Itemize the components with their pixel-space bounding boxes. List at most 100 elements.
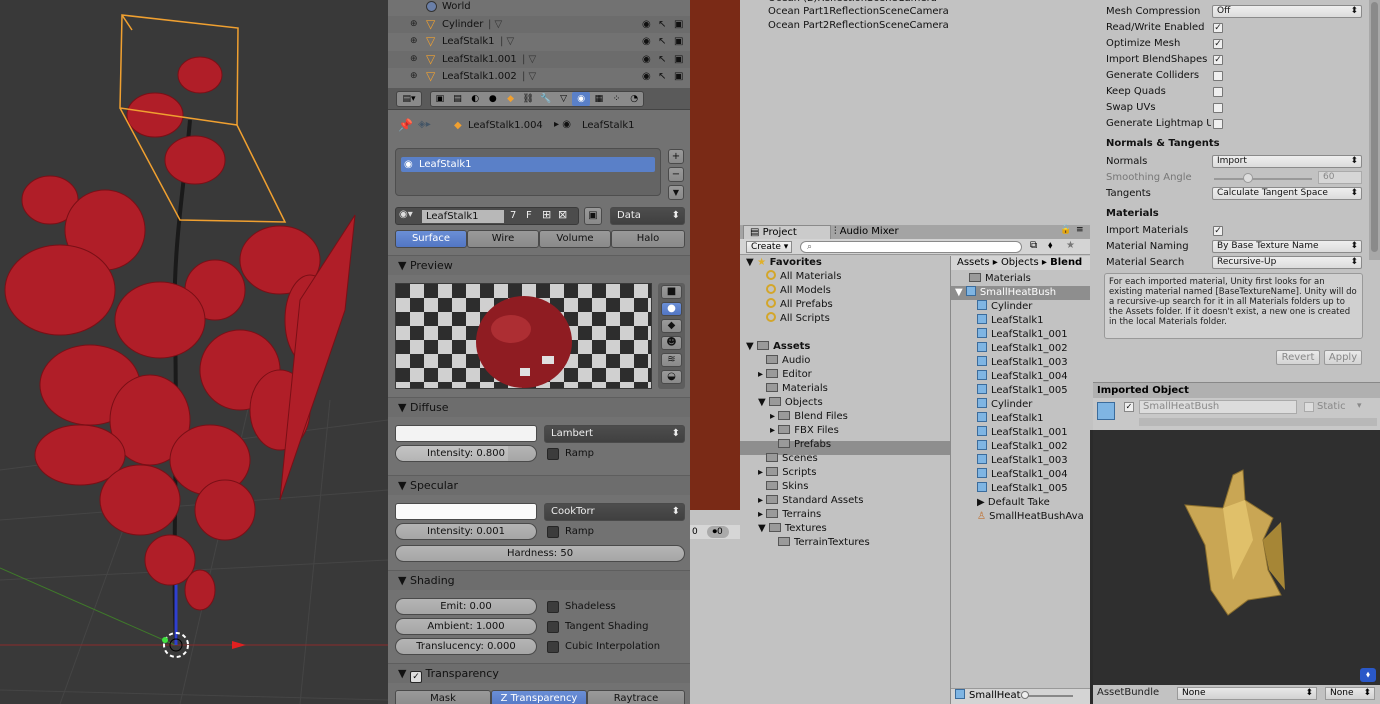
contents-child-item[interactable]: LeafStalk1_001 [977,328,1068,342]
smoothing-slider-thumb[interactable] [1243,173,1253,183]
diffuse-panel-header[interactable]: ▼ Diffuse [388,397,690,417]
favorite-item[interactable]: All Models [766,284,831,298]
user-count[interactable]: 7 [510,210,516,221]
diffuse-shader-dropdown[interactable]: Lambert ⬍ [544,425,685,443]
keep-quads-checkbox[interactable] [1213,87,1223,97]
contents-child-item[interactable]: LeafStalk1_001 [977,426,1068,440]
preview-cube-icon[interactable]: ◆ [661,319,682,333]
tab-project[interactable]: ▤ Project [743,225,831,239]
slot-specials-button[interactable]: ▼ [668,185,684,200]
eye-icon[interactable]: ◉ [642,16,651,33]
asset-bundle-dropdown[interactable]: None ⬍ [1177,687,1317,700]
render-tab-icon[interactable]: ▣ [431,92,449,106]
preview-sphere-icon[interactable]: ● [661,302,682,316]
contents-child-item[interactable]: LeafStalk1_002 [977,342,1068,356]
dropdown-arrow-icon[interactable]: ▾ [1357,401,1362,411]
contents-item[interactable]: Materials [969,272,1031,286]
diffuse-color-swatch[interactable] [395,425,537,442]
specular-shader-dropdown[interactable]: CookTorr ⬍ [544,503,685,521]
import-materials-checkbox[interactable]: ✓ [1213,226,1223,236]
optimize-mesh-checkbox[interactable]: ✓ [1213,39,1223,49]
outliner-row-world[interactable]: World [388,0,690,16]
object-tab-icon[interactable]: ◆ [502,92,520,106]
folder-item[interactable]: Skins [766,480,808,494]
contents-item[interactable]: ♙ SmallHeatBushAva [977,510,1084,524]
mesh-data-icon[interactable]: | ▽ [488,16,502,33]
transparency-raytrace-button[interactable]: Raytrace [587,690,685,704]
add-material-icon[interactable]: ⊞ [542,208,551,221]
filter-label-icon[interactable]: ⬧ [1048,240,1053,251]
contents-child-item[interactable]: LeafStalk1 [977,314,1044,328]
contents-child-item[interactable]: LeafStalk1_005 [977,384,1068,398]
physics-icon[interactable]: ◔ [625,92,643,106]
expand-icon[interactable]: ⊕ [410,68,418,85]
ambient-slider[interactable]: Ambient: 1.000 [395,618,537,635]
favorites-header[interactable]: ▼ ★ Favorites [746,256,822,270]
panel-menu-icon[interactable]: ≡ [1076,225,1084,235]
specular-panel-header[interactable]: ▼ Specular [388,475,690,495]
folder-item[interactable]: TerrainTextures [778,536,870,550]
revert-button[interactable]: Revert [1276,350,1320,365]
hierarchy-item[interactable]: Ocean Part2ReflectionSceneCamera [768,19,949,33]
render-camera-icon[interactable]: ▣ [674,33,683,50]
blender-3d-viewport[interactable] [0,0,388,704]
project-search-input[interactable]: ⌕ [800,241,1022,253]
eye-icon[interactable]: ◉ [642,33,651,50]
filter-type-icon[interactable]: ⧉ [1030,240,1037,251]
import-blendshapes-checkbox[interactable]: ✓ [1213,55,1223,65]
scene-icon[interactable]: ◐ [466,92,484,106]
mesh-data-icon[interactable]: | ▽ [500,33,514,50]
contents-child-item[interactable]: LeafStalk1 [977,412,1044,426]
transparency-z-button[interactable]: Z Transparency [491,690,587,704]
folder-item[interactable]: Materials [766,382,828,396]
specular-ramp-checkbox[interactable] [547,526,559,538]
material-name-field[interactable]: LeafStalk1 [422,210,504,223]
data-tab-icon[interactable]: ▽ [555,92,573,106]
transparency-panel-header[interactable]: ▼ ✓ Transparency [388,663,690,683]
pin-icon[interactable]: 📌 [398,118,413,132]
static-checkbox[interactable] [1304,402,1314,412]
material-slot-item[interactable]: ◉ LeafStalk1 [401,157,655,172]
smoothing-angle-field[interactable]: 60 [1318,171,1362,184]
expand-icon[interactable]: ⊕ [410,16,418,33]
select-cursor-icon[interactable]: ↖ [658,51,666,68]
mesh-compression-dropdown[interactable]: Off ⬍ [1212,5,1362,18]
contents-child-item[interactable]: Cylinder [977,398,1032,412]
add-slot-button[interactable]: + [668,149,684,164]
favorite-item[interactable]: All Materials [766,270,841,284]
hardness-slider[interactable]: Hardness: 50 [395,545,685,562]
outliner-row-leafstalk1-002[interactable]: ⊕ ▽ LeafStalk1.002 | ▽ ◉ ↖ ▣ [388,68,690,86]
unity-scene-view-strip[interactable]: 0 ⏺0 [690,0,740,704]
shading-panel-header[interactable]: ▼ Shading [388,570,690,590]
slider-thumb[interactable] [1021,691,1029,699]
tab-halo[interactable]: Halo [611,230,685,248]
select-cursor-icon[interactable]: ↖ [658,68,666,85]
texture-tab-icon[interactable]: ▦ [590,92,608,106]
assets-header[interactable]: ▼ Assets [746,340,810,354]
render-camera-icon[interactable]: ▣ [674,16,683,33]
active-checkbox[interactable]: ✓ [1124,402,1134,412]
tab-volume[interactable]: Volume [539,230,611,248]
outliner-row-leafstalk1[interactable]: ⊕ ▽ LeafStalk1 | ▽ ◉ ↖ ▣ [388,33,690,51]
read-write-checkbox[interactable]: ✓ [1213,23,1223,33]
swap-uvs-checkbox[interactable] [1213,103,1223,113]
inspector-scrollbar[interactable] [1369,0,1380,260]
transparency-mask-button[interactable]: Mask [395,690,491,704]
tangent-shading-checkbox[interactable] [547,621,559,633]
asset-preview[interactable]: ⬧ [1093,430,1380,685]
folder-item[interactable]: ▸ Standard Assets [758,494,863,508]
favorite-item[interactable]: All Scripts [766,312,830,326]
contents-item[interactable]: ▶ Default Take [977,496,1050,510]
emit-slider[interactable]: Emit: 0.00 [395,598,537,615]
breadcrumb-current[interactable]: Blend [1050,257,1082,268]
contents-child-item[interactable]: LeafStalk1_003 [977,356,1068,370]
folder-item[interactable]: Audio [766,354,810,368]
eye-icon[interactable]: ◉ [642,68,651,85]
hierarchy-item[interactable]: Ocean Part1ReflectionSceneCamera [768,5,949,19]
preview-monkey-icon[interactable]: ☻ [661,336,682,350]
world-tab-icon[interactable]: ● [484,92,502,106]
favorite-item[interactable]: All Prefabs [766,298,833,312]
tangents-dropdown[interactable]: Calculate Tangent Space ⬍ [1212,187,1362,200]
favorite-star-icon[interactable]: ★ [1066,240,1075,251]
material-browse-icon[interactable]: ◉▾ [399,209,413,220]
